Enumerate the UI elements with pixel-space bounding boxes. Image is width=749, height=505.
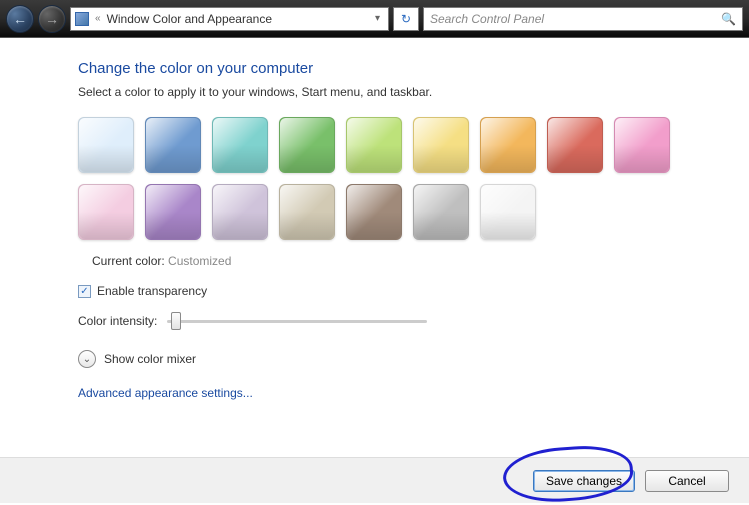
color-swatch-yellow[interactable]	[413, 117, 469, 173]
color-swatch-blue[interactable]	[145, 117, 201, 173]
current-color-value: Customized	[168, 254, 231, 268]
refresh-button[interactable]: ↻	[393, 7, 419, 31]
current-color-row: Current color: Customized	[92, 254, 749, 268]
forward-arrow-icon: →	[45, 11, 59, 27]
color-intensity-label: Color intensity:	[78, 314, 157, 328]
color-swatch-red[interactable]	[547, 117, 603, 173]
content-area: Change the color on your computer Select…	[0, 38, 749, 400]
address-bar[interactable]: « Window Color and Appearance ▾	[70, 7, 389, 31]
transparency-row: ✓ Enable transparency	[78, 284, 749, 298]
color-swatch-grid	[78, 117, 690, 240]
color-swatch-white[interactable]	[480, 184, 536, 240]
color-swatch-orange[interactable]	[480, 117, 536, 173]
transparency-label: Enable transparency	[97, 284, 207, 298]
back-arrow-icon: ←	[13, 11, 27, 27]
color-swatch-violet[interactable]	[145, 184, 201, 240]
footer-bar: Save changes Cancel	[0, 457, 749, 503]
transparency-checkbox[interactable]: ✓	[78, 285, 91, 298]
page-title: Change the color on your computer	[78, 60, 749, 77]
color-swatch-pink[interactable]	[614, 117, 670, 173]
address-dropdown-icon[interactable]: ▾	[371, 13, 384, 24]
search-input[interactable]: Search Control Panel 🔍	[423, 7, 743, 31]
color-swatch-sky[interactable]	[78, 117, 134, 173]
navigation-bar: ← → « Window Color and Appearance ▾ ↻ Se…	[0, 0, 749, 38]
slider-thumb[interactable]	[171, 312, 181, 330]
color-swatch-lavender[interactable]	[212, 184, 268, 240]
search-placeholder: Search Control Panel	[430, 12, 544, 26]
color-swatch-green[interactable]	[279, 117, 335, 173]
color-swatch-blush[interactable]	[78, 184, 134, 240]
show-color-mixer-toggle[interactable]: ⌄ Show color mixer	[78, 350, 749, 368]
save-changes-button[interactable]: Save changes	[533, 470, 635, 492]
back-button[interactable]: ←	[6, 5, 34, 33]
color-swatch-lime[interactable]	[346, 117, 402, 173]
color-intensity-row: Color intensity:	[78, 314, 749, 328]
cancel-button[interactable]: Cancel	[645, 470, 729, 492]
forward-button[interactable]: →	[38, 5, 66, 33]
advanced-appearance-link[interactable]: Advanced appearance settings...	[78, 386, 749, 400]
color-swatch-taupe[interactable]	[279, 184, 335, 240]
color-intensity-slider[interactable]	[167, 320, 427, 323]
breadcrumb-chevron-icon: «	[95, 13, 101, 24]
control-panel-icon	[75, 12, 89, 26]
color-swatch-gray[interactable]	[413, 184, 469, 240]
breadcrumb: Window Color and Appearance	[107, 12, 272, 26]
color-swatch-brown[interactable]	[346, 184, 402, 240]
search-icon[interactable]: 🔍	[721, 12, 736, 26]
refresh-icon: ↻	[401, 12, 411, 26]
color-swatch-teal[interactable]	[212, 117, 268, 173]
page-subtext: Select a color to apply it to your windo…	[78, 85, 749, 99]
color-mixer-label: Show color mixer	[104, 352, 196, 366]
current-color-label: Current color:	[92, 254, 165, 268]
chevron-down-icon: ⌄	[78, 350, 96, 368]
